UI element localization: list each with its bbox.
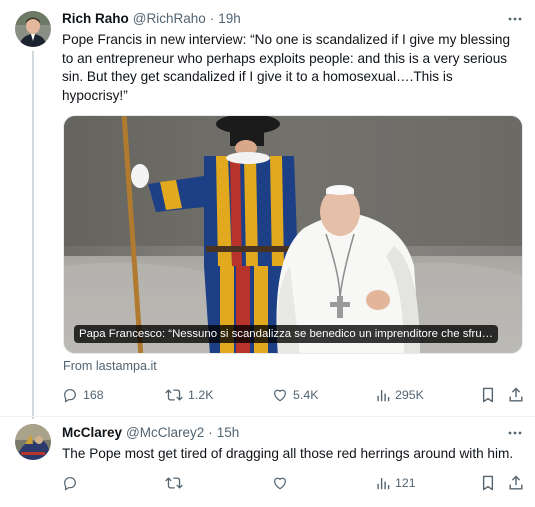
user-handle[interactable]: @RichRaho [133,11,206,26]
tweet-mcclarey[interactable]: McClarey @McClarey2 · 15h The Pope most … [0,417,535,507]
share-icon [509,387,523,402]
bookmark-button[interactable] [481,473,495,493]
display-name[interactable]: Rich Raho [62,11,129,26]
bookmark-icon [482,475,494,491]
tweet-actions: 121 [62,473,528,493]
more-icon[interactable] [505,12,525,26]
share-button[interactable] [508,385,524,405]
share-icon [509,475,523,490]
tweet-header: McClarey @McClarey2 · 15h [62,425,239,440]
bookmark-button[interactable] [481,385,495,405]
views-icon [377,390,390,402]
reply-button[interactable]: 168 [62,385,104,405]
tweet-text: The Pope most get tired of dragging all … [62,446,514,461]
views-button[interactable]: 121 [376,473,416,493]
like-count: 5.4K [293,388,319,402]
link-source[interactable]: From lastampa.it [63,359,157,373]
tweet-text-line: sin. But they get scandalized if I give … [62,69,453,85]
media-caption: Papa Francesco: “Nessuno si scandalizza … [74,325,499,343]
separator-dot: · [209,11,215,26]
views-count: 295K [395,388,424,402]
media-photo[interactable]: Papa Francesco: “Nessuno si scandalizza … [63,115,523,354]
like-icon [274,477,286,490]
like-button[interactable] [272,473,288,493]
tweet-text-line: to an entrepreneur who perhaps exploits … [62,50,508,66]
repost-icon [165,477,183,489]
tweet-rich-raho[interactable]: Rich Raho @RichRaho · 19h Pope Francis i… [0,0,535,416]
views-button[interactable]: 295K [376,385,424,405]
repost-icon [165,389,183,401]
repost-button[interactable] [165,473,183,493]
views-count: 121 [395,476,416,490]
reply-icon [64,389,76,403]
display-name[interactable]: McClarey [62,425,122,440]
tweet-actions: 168 1.2K 5.4K 295K [62,385,528,405]
like-button[interactable]: 5.4K [272,385,319,405]
tweet-text-line: hypocrisy!” [62,87,128,103]
repost-button[interactable]: 1.2K [165,385,214,405]
more-icon[interactable] [505,426,525,440]
reply-count: 168 [83,388,104,402]
timestamp[interactable]: 15h [217,425,240,440]
repost-count: 1.2K [188,388,214,402]
like-icon [274,389,286,402]
reply-button[interactable] [62,473,78,493]
separator-dot: · [208,425,213,440]
bookmark-icon [482,387,494,403]
share-button[interactable] [508,473,524,493]
tweet-text-line: Pope Francis in new interview: “No one i… [62,32,511,47]
reply-icon [64,477,76,491]
views-icon [377,478,390,490]
user-handle[interactable]: @McClarey2 [126,425,204,440]
tweet-header: Rich Raho @RichRaho · 19h [62,11,241,26]
timestamp[interactable]: 19h [218,11,241,26]
photo-illustration [64,116,522,353]
avatar[interactable] [15,11,51,47]
tweet-text: Pope Francis in new interview: “No one i… [62,31,532,105]
avatar[interactable] [15,424,51,460]
